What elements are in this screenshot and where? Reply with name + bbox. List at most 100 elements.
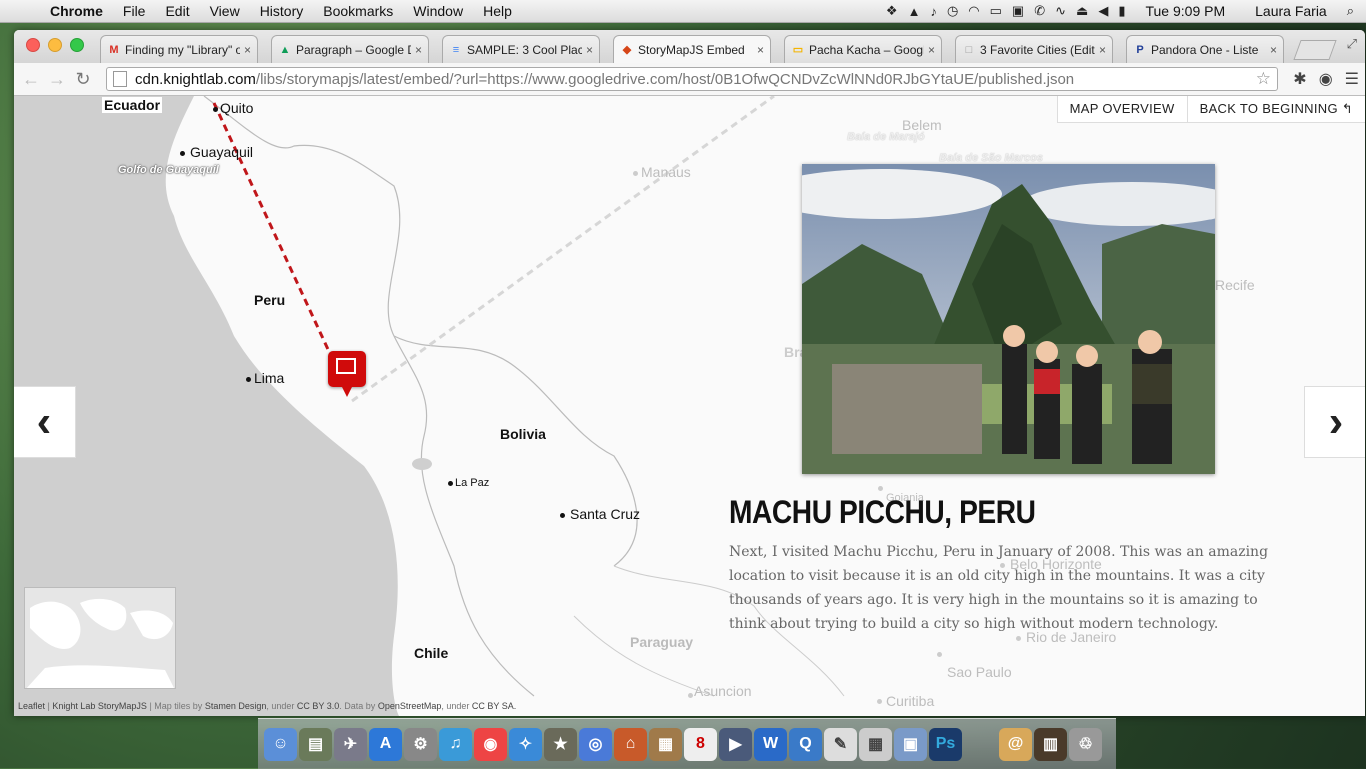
page-icon: □ <box>965 43 973 56</box>
quicktime-icon[interactable]: Q <box>789 727 822 761</box>
tab-title: Finding my "Library" o <box>125 42 240 57</box>
ccbysa-link[interactable]: CC BY SA. <box>472 701 516 711</box>
next-slide-button[interactable]: › <box>1304 386 1365 458</box>
map-label-baia-marajo: Baía de Marajó <box>847 131 925 143</box>
close-window-icon[interactable] <box>26 38 40 52</box>
fullscreen-icon[interactable]: ⤢ <box>1347 36 1357 52</box>
applications-folder-icon[interactable]: @ <box>999 727 1032 761</box>
browser-tab[interactable]: ◆ StoryMapJS Embed × <box>613 35 771 63</box>
chrome-menu-icon[interactable]: ☰ <box>1345 69 1359 89</box>
gmail-icon: M <box>109 43 119 56</box>
trash-icon[interactable]: ♲ <box>1069 727 1102 761</box>
menu-window[interactable]: Window <box>403 3 473 19</box>
reload-icon[interactable]: ↻ <box>70 69 96 90</box>
menu-app[interactable]: Chrome <box>40 3 113 19</box>
finder-icon[interactable]: ☺ <box>264 727 297 761</box>
dropbox-icon[interactable]: ❖ <box>886 3 898 19</box>
close-tab-icon[interactable]: × <box>586 43 593 57</box>
address-bar[interactable]: cdn.knightlab.com/libs/storymapjs/latest… <box>106 67 1278 91</box>
facetime-icon[interactable]: ▶ <box>719 727 752 761</box>
menu-user[interactable]: Laura Faria <box>1245 3 1337 19</box>
leaflet-link[interactable]: Leaflet <box>18 701 45 711</box>
eject-icon[interactable]: ⏏ <box>1076 3 1088 19</box>
close-tab-icon[interactable]: × <box>757 43 764 57</box>
photoshop-icon[interactable]: Ps <box>929 727 962 761</box>
display-icon[interactable]: ▣ <box>1012 3 1024 19</box>
browser-tab[interactable]: ▭ Pacha Kacha – Google × <box>784 35 942 63</box>
tab-title: Pandora One - Liste <box>1151 42 1259 57</box>
bookmark-star-icon[interactable]: ☆ <box>1256 69 1271 89</box>
back-to-beginning-button[interactable]: BACK TO BEGINNING ↰ <box>1188 96 1365 122</box>
extension-2-icon[interactable]: ◉ <box>1319 69 1333 89</box>
osm-link[interactable]: OpenStreetMap <box>378 701 442 711</box>
forward-icon[interactable]: → <box>44 69 70 90</box>
downloads-stack-icon[interactable]: ▥ <box>1034 727 1067 761</box>
menu-view[interactable]: View <box>200 3 250 19</box>
map-label-baia-sao-marcos: Baía de São Marcos <box>939 152 1043 164</box>
close-tab-icon[interactable]: × <box>928 43 935 57</box>
safari-icon[interactable]: ✧ <box>509 727 542 761</box>
back-icon[interactable]: ← <box>18 69 44 90</box>
close-tab-icon[interactable]: × <box>415 43 422 57</box>
menu-edit[interactable]: Edit <box>155 3 199 19</box>
map-label-asuncion: Asuncion <box>694 683 752 699</box>
extension-icon[interactable]: ✱ <box>1293 69 1306 89</box>
minimize-window-icon[interactable] <box>48 38 62 52</box>
itunes-icon[interactable]: ♫ <box>439 727 472 761</box>
menu-history[interactable]: History <box>250 3 314 19</box>
app-store-icon[interactable]: A <box>369 727 402 761</box>
photo-booth-icon[interactable]: ▤ <box>299 727 332 761</box>
time-machine-icon[interactable]: ◷ <box>947 3 958 19</box>
calendar-icon[interactable]: 8 <box>684 727 717 761</box>
spotlight-icon[interactable]: ⌕ <box>1347 3 1354 19</box>
battery-level-icon[interactable]: ▮ <box>1118 3 1125 19</box>
map-label-peru: Peru <box>254 292 286 308</box>
chrome-icon[interactable]: ◉ <box>474 727 507 761</box>
back-to-beginning-label: BACK TO BEGINNING <box>1199 101 1338 116</box>
previous-slide-button[interactable]: ‹ <box>14 386 76 458</box>
knightlab-link[interactable]: Knight Lab StoryMapJS <box>52 701 147 711</box>
tab-title: StoryMapJS Embed <box>638 42 745 57</box>
phone-icon[interactable]: ✆ <box>1034 3 1045 19</box>
image-capture-icon[interactable]: ▦ <box>649 727 682 761</box>
word-icon[interactable]: W <box>754 727 787 761</box>
new-tab-button[interactable] <box>1293 40 1337 60</box>
browser-tab[interactable]: □ 3 Favorite Cities (Editi × <box>955 35 1113 63</box>
map-overview-button[interactable]: MAP OVERVIEW <box>1058 96 1188 122</box>
ccby-link[interactable]: CC BY 3.0 <box>297 701 339 711</box>
menu-help[interactable]: Help <box>473 3 522 19</box>
map-marker-machu-picchu[interactable] <box>328 351 366 397</box>
browser-tab[interactable]: P Pandora One - Liste × <box>1126 35 1284 63</box>
stamen-link[interactable]: Stamen Design <box>205 701 267 711</box>
zoom-window-icon[interactable] <box>70 38 84 52</box>
slide-text: Next, I visited Machu Picchu, Peru in Ja… <box>729 544 1269 632</box>
launchpad-icon[interactable]: ✈ <box>334 727 367 761</box>
dashboard-icon[interactable]: ★ <box>544 727 577 761</box>
map-label-curitiba: Curitiba <box>886 693 935 709</box>
menu-file[interactable]: File <box>113 3 156 19</box>
dvd-player-icon[interactable]: ◎ <box>579 727 612 761</box>
alert-icon[interactable]: ▲ <box>908 4 921 19</box>
browser-tab[interactable]: M Finding my "Library" o × <box>100 35 258 63</box>
page-icon <box>113 71 127 87</box>
minimap[interactable] <box>24 587 176 689</box>
browser-tab[interactable]: ≡ SAMPLE: 3 Cool Places × <box>442 35 600 63</box>
close-tab-icon[interactable]: × <box>244 43 251 57</box>
close-tab-icon[interactable]: × <box>1099 43 1106 57</box>
volume-icon[interactable]: ◀ <box>1098 3 1108 19</box>
map-label-golfo: Golfo de Guayaquil <box>118 164 219 176</box>
browser-tab[interactable]: ▲ Paragraph – Google D × <box>271 35 429 63</box>
wifi-icon[interactable]: ◠ <box>968 3 979 19</box>
textedit-icon[interactable]: ✎ <box>824 727 857 761</box>
calculator-icon[interactable]: ▦ <box>859 727 892 761</box>
close-tab-icon[interactable]: × <box>1270 43 1277 57</box>
iphoto-icon[interactable]: ⌂ <box>614 727 647 761</box>
activity-icon[interactable]: ∿ <box>1055 3 1066 19</box>
battery-icon[interactable]: ▭ <box>990 3 1002 19</box>
map-label-ecuador: Ecuador <box>102 97 163 113</box>
menu-clock[interactable]: Tue 9:09 PM <box>1135 3 1235 19</box>
system-preferences-icon[interactable]: ⚙ <box>404 727 437 761</box>
menu-bookmarks[interactable]: Bookmarks <box>313 3 403 19</box>
notification-icon[interactable]: ♪ <box>930 4 937 19</box>
preview-icon[interactable]: ▣ <box>894 727 927 761</box>
